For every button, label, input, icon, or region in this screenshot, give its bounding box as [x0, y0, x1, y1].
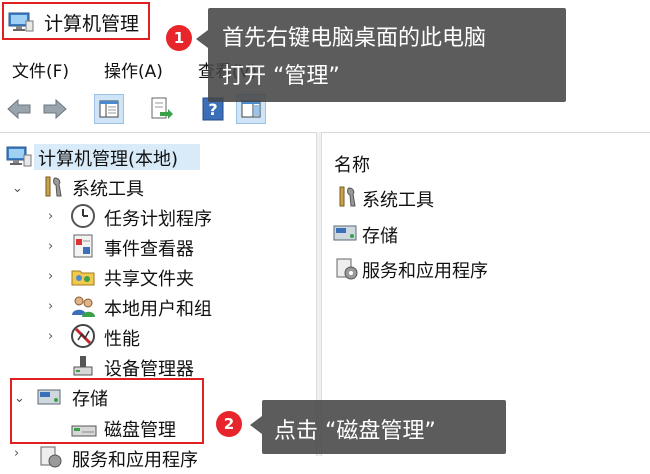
services-icon	[38, 444, 64, 470]
detail-item-storage[interactable]: 存储	[362, 222, 398, 248]
detail-item-services[interactable]: 服务和应用程序	[362, 257, 488, 283]
title-highlight-box	[2, 2, 150, 40]
services-icon	[334, 256, 360, 282]
tree-services[interactable]: 服务和应用程序	[72, 446, 198, 472]
device-manager-icon	[70, 353, 96, 379]
chevron-right-icon[interactable]: ›	[48, 299, 53, 314]
system-tools-icon	[334, 184, 360, 210]
column-header-name[interactable]: 名称	[334, 151, 370, 177]
chevron-right-icon[interactable]: ›	[48, 269, 53, 284]
menu-file[interactable]: 文件(F)	[12, 57, 69, 82]
step-1-badge: 1	[166, 25, 192, 51]
users-icon	[70, 293, 96, 319]
tree-task-scheduler[interactable]: 任务计划程序	[104, 205, 212, 231]
tree-local-users[interactable]: 本地用户和组	[104, 295, 212, 321]
step-2-badge: 2	[216, 411, 242, 437]
callout-2-pointer	[250, 416, 262, 434]
forward-arrow-icon[interactable]	[40, 94, 70, 124]
computer-management-icon	[6, 145, 32, 171]
callout-1-pointer	[196, 30, 208, 48]
chevron-right-icon[interactable]: ›	[14, 446, 19, 461]
svg-text:?: ?	[208, 100, 217, 119]
tree-shared-folders[interactable]: 共享文件夹	[104, 265, 194, 291]
chevron-down-icon[interactable]: ⌄	[12, 181, 23, 196]
chevron-right-icon[interactable]: ›	[48, 239, 53, 254]
callout-1-line1: 首先右键电脑桌面的此电脑	[222, 26, 487, 51]
detail-item-system-tools[interactable]: 系统工具	[362, 186, 434, 212]
export-list-icon[interactable]	[146, 94, 176, 124]
shared-folder-icon	[70, 263, 96, 289]
tree-root[interactable]: 计算机管理(本地)	[38, 145, 178, 171]
chevron-right-icon[interactable]: ›	[48, 209, 53, 224]
menu-action[interactable]: 操作(A)	[104, 57, 163, 82]
system-tools-icon	[40, 174, 66, 200]
clock-icon	[70, 203, 96, 229]
event-viewer-icon	[70, 233, 96, 259]
show-tree-icon[interactable]	[94, 94, 124, 124]
callout-2-text: 点击 “磁盘管理”	[274, 419, 436, 444]
back-arrow-icon[interactable]	[4, 94, 34, 124]
callout-1-line2: 打开 “管理”	[222, 64, 340, 89]
performance-icon	[70, 323, 96, 349]
storage-highlight-box	[10, 378, 204, 444]
tree-event-viewer[interactable]: 事件查看器	[104, 235, 194, 261]
tree-performance[interactable]: 性能	[104, 325, 140, 351]
storage-icon	[332, 220, 358, 246]
chevron-right-icon[interactable]: ›	[48, 329, 53, 344]
tree-system-tools[interactable]: 系统工具	[72, 175, 144, 201]
